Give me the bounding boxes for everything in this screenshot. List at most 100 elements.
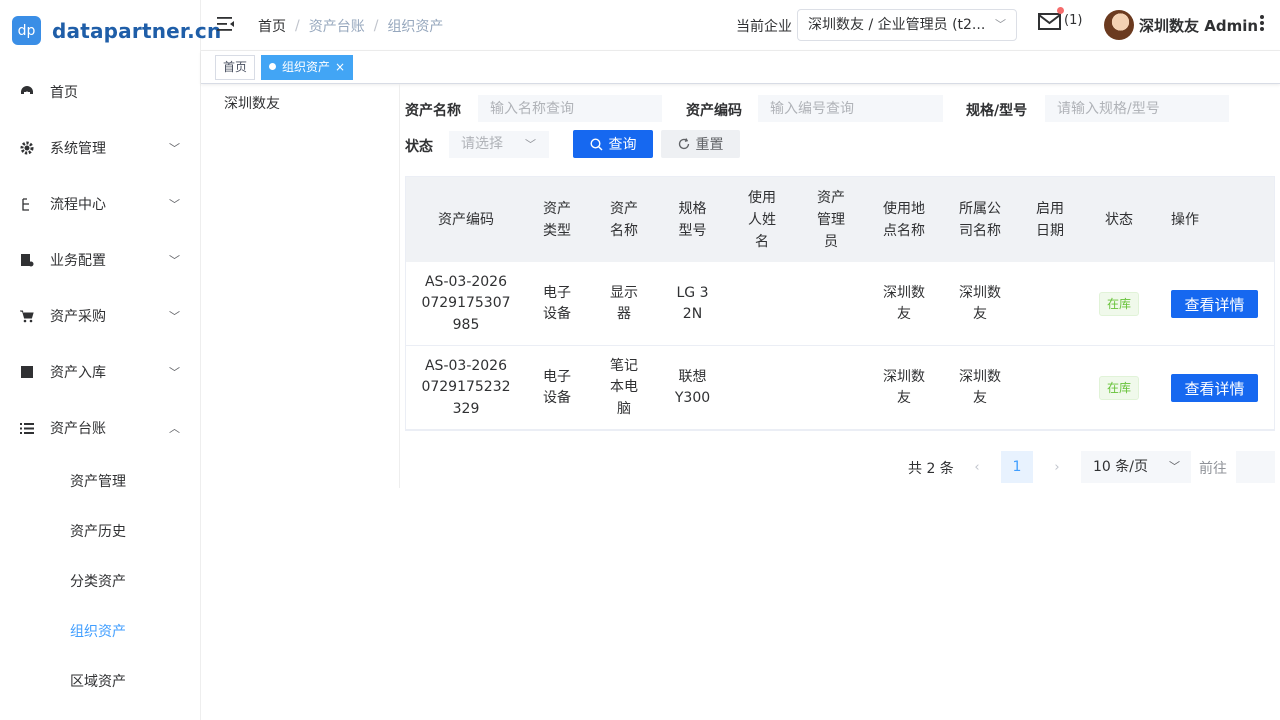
sidebar-item-home[interactable]: 首页 — [0, 64, 200, 120]
mail-count: (1) — [1064, 13, 1083, 28]
gear-icon — [19, 140, 35, 156]
tags-view-bar: 首页 组织资产 × — [201, 51, 1280, 84]
sidebar-subitem-label: 组织资产 — [70, 624, 126, 640]
active-dot-icon — [269, 63, 276, 70]
status-badge: 在库 — [1098, 292, 1139, 316]
top-header: 首页 / 资产台账 / 组织资产 当前企业 深圳数友 / 企业管理员 (t2..… — [201, 0, 1280, 51]
chevron-down-icon: ﹀ — [169, 254, 180, 267]
sidebar-item-flow[interactable]: 流程中心 ﹀ — [0, 176, 200, 232]
cell-name: 显示器 — [588, 262, 660, 346]
tree-node-root[interactable]: 深圳数友 — [224, 93, 280, 113]
asset-name-input[interactable] — [478, 95, 662, 122]
cell-company: 深圳数友 — [945, 346, 1015, 430]
dashboard-icon — [19, 84, 35, 100]
sidebar-subitem-label: 区域资产 — [70, 674, 126, 690]
spec-input[interactable] — [1045, 95, 1229, 122]
cell-status: 在库 — [1085, 346, 1153, 430]
sidebar-item-purchase[interactable]: 资产采购 ﹀ — [0, 288, 200, 344]
breadcrumb-current: 组织资产 — [387, 19, 444, 35]
cell-text: LG 32N — [676, 284, 709, 323]
refresh-icon — [678, 138, 689, 150]
col-label: 操作 — [1171, 211, 1199, 228]
close-icon[interactable]: × — [335, 60, 345, 74]
sidebar-subitem-org-assets[interactable]: 组织资产 — [0, 606, 200, 656]
logo-text: datapartner.cn — [52, 18, 222, 43]
cell-text: 联想Y300 — [674, 368, 711, 407]
sidebar-subitem-asset-history[interactable]: 资产历史 — [0, 506, 200, 556]
tag-org-assets[interactable]: 组织资产 × — [261, 55, 354, 80]
sidebar-item-label: 资产台账 — [50, 421, 106, 437]
status-select[interactable]: 请选择 ﹀ — [449, 131, 549, 158]
company-select-value: 深圳数友 / 企业管理员 (t2... — [808, 17, 986, 33]
col-asset-name: 资产名称 — [588, 177, 660, 262]
page-size-select[interactable]: 10 条/页 ﹀ — [1081, 451, 1191, 483]
cell-date — [1015, 346, 1085, 430]
cell-status: 在库 — [1085, 262, 1153, 346]
sidebar-subitem-label: 资产历史 — [70, 524, 126, 540]
breadcrumb-separator: / — [373, 18, 379, 34]
breadcrumb-separator: / — [295, 18, 300, 34]
spec-label: 规格/型号 — [966, 103, 1028, 119]
sidebar-item-inbound[interactable]: 资产入库 ﹀ — [0, 344, 200, 400]
chevron-down-icon: ﹀ — [169, 366, 180, 379]
cell-text: 电子设备 — [543, 284, 571, 323]
table-row: AS-03-20260729175307985 电子设备 显示器 LG 32N … — [406, 262, 1274, 346]
pagination-prev-button[interactable]: ‹ — [961, 451, 993, 483]
reset-button[interactable]: 重置 — [661, 130, 740, 158]
user-name[interactable]: 深圳数友 Admin — [1139, 15, 1258, 36]
more-vertical-icon[interactable] — [1259, 14, 1265, 34]
sidebar-subitem-category-assets[interactable]: 分类资产 — [0, 556, 200, 606]
cell-text: 深圳数友 — [883, 368, 925, 407]
pagination-jump-input[interactable] — [1236, 451, 1275, 483]
notification-dot — [1057, 7, 1064, 14]
sidebar-item-label: 资产入库 — [50, 365, 106, 381]
chevron-up-icon: ︿ — [169, 422, 180, 435]
breadcrumb: 首页 / 资产台账 / 组织资产 — [258, 16, 443, 36]
cell-user — [725, 346, 799, 430]
cell-spec: LG 32N — [660, 262, 725, 346]
sidebar-subitem-asset-management[interactable]: 资产管理 — [0, 456, 200, 506]
sidebar-item-business[interactable]: 业务配置 ﹀ — [0, 232, 200, 288]
sidebar-item-label: 资产采购 — [50, 309, 106, 325]
col-label: 启用日期 — [1036, 200, 1064, 239]
search-icon — [589, 137, 602, 150]
mail-icon[interactable] — [1038, 7, 1064, 32]
avatar[interactable] — [1104, 10, 1134, 40]
sidebar-item-ledger[interactable]: 资产台账 ︿ — [0, 400, 200, 456]
logo-badge: dp — [12, 16, 41, 45]
cell-text: 显示器 — [610, 284, 638, 323]
cell-code: AS-03-20260729175307985 — [406, 262, 526, 346]
chevron-down-icon: ﹀ — [169, 142, 180, 155]
cell-text: 电子设备 — [543, 368, 571, 407]
cell-company: 深圳数友 — [945, 262, 1015, 346]
cell-type: 电子设备 — [526, 262, 588, 346]
company-label: 当前企业 — [736, 19, 792, 35]
cell-admin — [799, 262, 863, 346]
view-detail-button[interactable]: 查看详情 — [1171, 290, 1258, 318]
sidebar-item-system[interactable]: 系统管理 ﹀ — [0, 120, 200, 176]
sidebar-subitem-region-assets[interactable]: 区域资产 — [0, 656, 200, 706]
col-admin: 资产管理员 — [799, 177, 863, 262]
breadcrumb-home[interactable]: 首页 — [258, 16, 286, 36]
table-header: 资产编码 资产类型 资产名称 规格型号 使用人姓名 资产管理员 使用地点名称 所… — [406, 177, 1274, 262]
col-label: 资产管理员 — [817, 189, 845, 250]
cart-icon — [19, 308, 35, 324]
logo[interactable]: dp datapartner.cn — [12, 16, 221, 45]
asset-code-input[interactable] — [758, 95, 943, 122]
asset-table: 资产编码 资产类型 资产名称 规格型号 使用人姓名 资产管理员 使用地点名称 所… — [405, 176, 1275, 431]
company-select[interactable]: 深圳数友 / 企业管理员 (t2... ﹀ — [797, 9, 1017, 41]
list-icon — [19, 420, 35, 436]
hamburger-icon[interactable] — [217, 16, 235, 32]
cell-spec: 联想Y300 — [660, 346, 725, 430]
search-button[interactable]: 查询 — [573, 130, 653, 158]
status-label: 状态 — [405, 139, 433, 155]
cell-location: 深圳数友 — [863, 346, 945, 430]
pagination-page-1[interactable]: 1 — [1001, 451, 1033, 483]
sidebar: dp datapartner.cn 首页 系统管理 ﹀ 流程中心 ﹀ 业务配置 … — [0, 0, 221, 720]
breadcrumb-ledger: 资产台账 — [308, 19, 365, 35]
cell-action: 查看详情 — [1153, 346, 1274, 430]
pagination-next-button[interactable]: › — [1041, 451, 1073, 483]
chevron-down-icon: ﹀ — [995, 18, 1006, 31]
tag-home[interactable]: 首页 — [215, 55, 256, 80]
view-detail-button[interactable]: 查看详情 — [1171, 374, 1258, 402]
